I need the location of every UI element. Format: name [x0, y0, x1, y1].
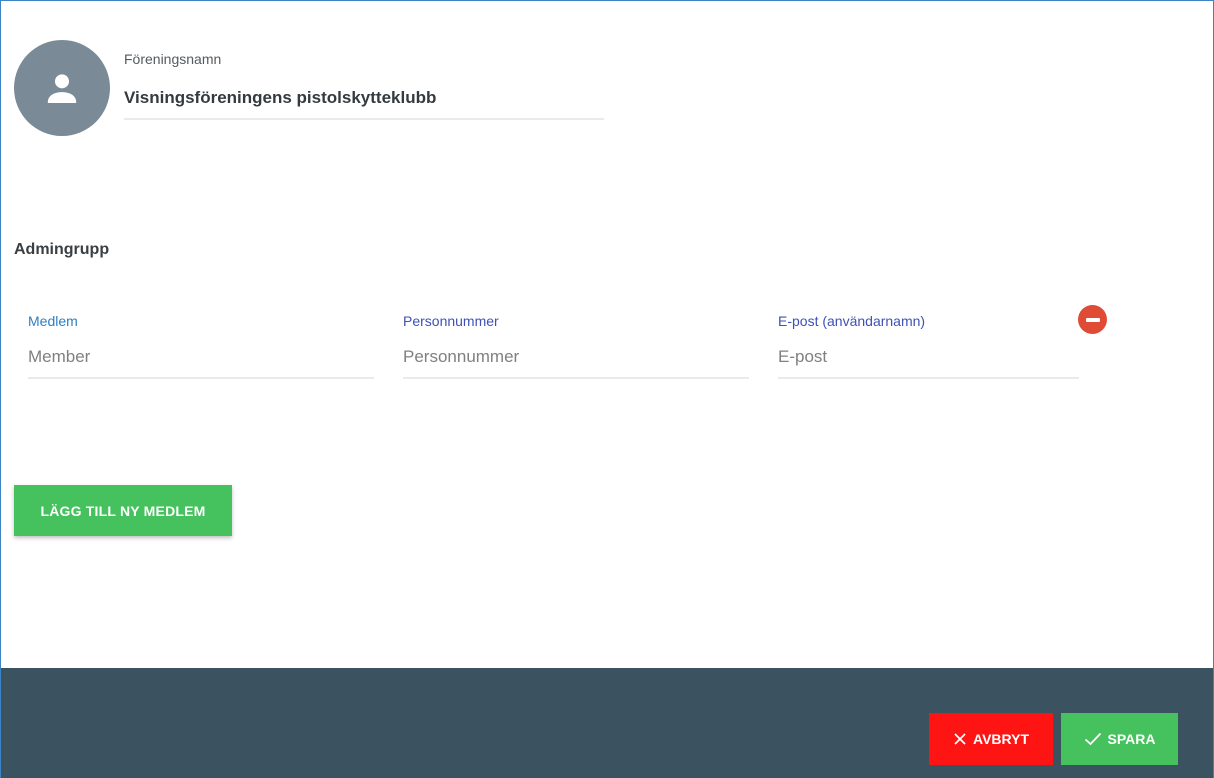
close-icon [953, 732, 967, 746]
remove-member-button[interactable] [1078, 305, 1107, 334]
association-avatar [14, 40, 110, 136]
personal-number-input[interactable] [403, 345, 749, 379]
check-icon [1084, 732, 1102, 746]
add-new-member-button[interactable]: LÄGG TILL NY MEDLEM [14, 485, 232, 536]
save-button[interactable]: SPARA [1061, 713, 1178, 765]
association-name-input[interactable] [124, 85, 604, 120]
email-label: E-post (användarnamn) [778, 313, 926, 329]
dialog-footer: AVBRYT SPARA [1, 668, 1213, 778]
cancel-button-label: AVBRYT [973, 731, 1029, 747]
admin-group-title: Admingrupp [14, 241, 110, 258]
edit-association-dialog: Föreningsnamn Admingrupp Medlem Personnu… [0, 0, 1214, 778]
person-icon [47, 74, 77, 103]
personal-number-label: Personnummer [403, 313, 499, 329]
save-button-label: SPARA [1107, 731, 1156, 747]
cancel-button[interactable]: AVBRYT [929, 713, 1053, 765]
email-input[interactable] [778, 345, 1079, 379]
member-input[interactable] [28, 345, 374, 379]
association-name-label: Föreningsnamn [124, 51, 222, 67]
member-label: Medlem [28, 313, 78, 329]
remove-circle-icon [1085, 317, 1100, 322]
